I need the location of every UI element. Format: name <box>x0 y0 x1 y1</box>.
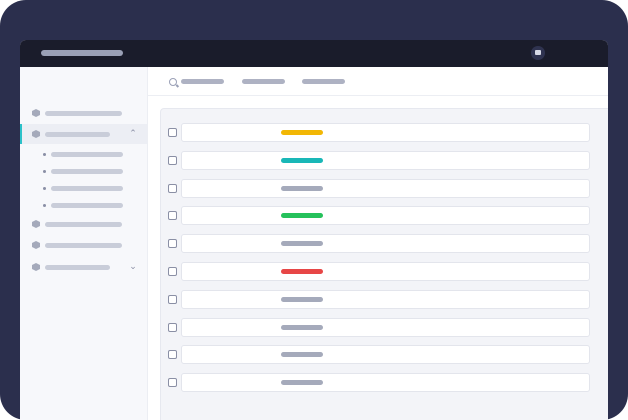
row-cell[interactable] <box>181 234 590 253</box>
sidebar-item-5[interactable]: ⌄ <box>20 257 147 277</box>
table-row[interactable] <box>161 206 591 225</box>
status-badge <box>281 325 323 330</box>
app-screen: ⌃ ⌄ <box>20 40 608 420</box>
main-panel <box>148 67 608 420</box>
top-navigation <box>148 67 608 96</box>
row-checkbox[interactable] <box>168 239 177 248</box>
status-badge <box>281 130 323 135</box>
row-cell[interactable] <box>181 151 590 170</box>
table-row[interactable] <box>161 373 591 392</box>
row-checkbox[interactable] <box>168 128 177 137</box>
device-frame: ⌃ ⌄ <box>0 0 628 420</box>
sidebar-item-1[interactable] <box>20 103 147 123</box>
table-row[interactable] <box>161 345 591 364</box>
row-cell[interactable] <box>181 318 590 337</box>
tab-1[interactable] <box>181 79 224 84</box>
hex-icon <box>32 220 40 228</box>
row-cell[interactable] <box>181 179 590 198</box>
table-row[interactable] <box>161 262 591 281</box>
bullet-icon <box>43 153 46 156</box>
row-checkbox[interactable] <box>168 211 177 220</box>
sidebar-subitem-2[interactable] <box>20 165 147 177</box>
sidebar-subitem-3[interactable] <box>20 182 147 194</box>
table-row[interactable] <box>161 234 591 253</box>
bullet-icon <box>43 204 46 207</box>
row-cell[interactable] <box>181 345 590 364</box>
row-checkbox[interactable] <box>168 156 177 165</box>
row-cell[interactable] <box>181 290 590 309</box>
status-badge <box>281 213 323 218</box>
sidebar-subitem-label <box>51 186 123 191</box>
search-icon[interactable] <box>169 78 177 86</box>
tab-2[interactable] <box>242 79 285 84</box>
sidebar-item-4[interactable] <box>20 235 147 255</box>
row-checkbox[interactable] <box>168 295 177 304</box>
sidebar-item-2[interactable]: ⌃ <box>20 124 147 144</box>
sidebar-item-3[interactable] <box>20 214 147 234</box>
hex-icon <box>32 263 40 271</box>
status-badge <box>281 269 323 274</box>
status-badge <box>281 352 323 357</box>
sidebar-item-label <box>45 132 110 137</box>
chevron-up-icon[interactable]: ⌃ <box>128 127 138 139</box>
status-badge <box>281 297 323 302</box>
table-row[interactable] <box>161 123 591 142</box>
sidebar-item-label <box>45 111 122 116</box>
row-checkbox[interactable] <box>168 267 177 276</box>
row-cell[interactable] <box>181 206 590 225</box>
table-row[interactable] <box>161 318 591 337</box>
sidebar-item-label <box>45 243 122 248</box>
sidebar-subitem-4[interactable] <box>20 199 147 211</box>
sidebar-subitem-label <box>51 169 123 174</box>
status-badge <box>281 158 323 163</box>
sidebar-subitem-label <box>51 152 123 157</box>
table-container <box>160 108 608 420</box>
sidebar-subitem-1[interactable] <box>20 148 147 160</box>
status-badge <box>281 380 323 385</box>
sidebar-subitem-label <box>51 203 123 208</box>
sidebar: ⌃ ⌄ <box>20 67 148 420</box>
window-title <box>41 50 123 56</box>
row-cell[interactable] <box>181 262 590 281</box>
hex-icon <box>32 241 40 249</box>
hex-icon <box>32 130 40 138</box>
status-badge <box>281 186 323 191</box>
hex-icon <box>32 109 40 117</box>
row-checkbox[interactable] <box>168 378 177 387</box>
row-checkbox[interactable] <box>168 184 177 193</box>
row-checkbox[interactable] <box>168 323 177 332</box>
row-cell[interactable] <box>181 373 590 392</box>
title-bar <box>20 40 608 67</box>
tab-3[interactable] <box>302 79 345 84</box>
chevron-down-icon[interactable]: ⌄ <box>128 260 138 272</box>
bullet-icon <box>43 187 46 190</box>
table-row[interactable] <box>161 290 591 309</box>
sidebar-item-label <box>45 222 122 227</box>
row-checkbox[interactable] <box>168 350 177 359</box>
image-icon[interactable] <box>531 46 545 60</box>
table-row[interactable] <box>161 179 591 198</box>
row-cell[interactable] <box>181 123 590 142</box>
bullet-icon <box>43 170 46 173</box>
status-badge <box>281 241 323 246</box>
sidebar-item-label <box>45 265 110 270</box>
table-row[interactable] <box>161 151 591 170</box>
